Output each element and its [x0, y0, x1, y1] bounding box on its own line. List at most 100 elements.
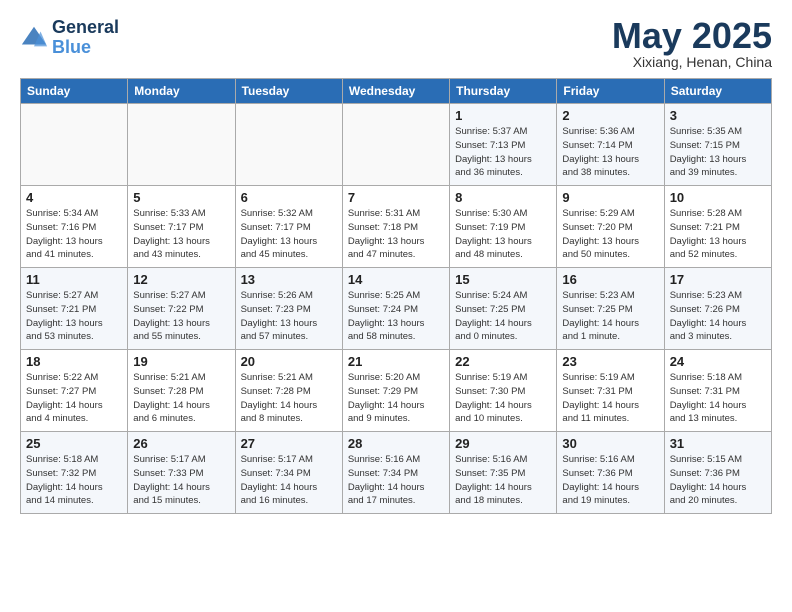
day-info: Sunrise: 5:26 AM Sunset: 7:23 PM Dayligh…: [241, 289, 337, 344]
day-number: 4: [26, 190, 122, 205]
day-number: 28: [348, 436, 444, 451]
weekday-header-saturday: Saturday: [664, 79, 771, 104]
calendar-week-4: 18 Sunrise: 5:22 AM Sunset: 7:27 PM Dayli…: [21, 350, 772, 432]
day-number: 31: [670, 436, 766, 451]
calendar-cell: [21, 104, 128, 186]
page: General Blue May 2025 Xixiang, Henan, Ch…: [0, 0, 792, 612]
day-number: 7: [348, 190, 444, 205]
weekday-header-tuesday: Tuesday: [235, 79, 342, 104]
day-info: Sunrise: 5:34 AM Sunset: 7:16 PM Dayligh…: [26, 207, 122, 262]
day-number: 16: [562, 272, 658, 287]
calendar-cell: 11Sunrise: 5:27 AM Sunset: 7:21 PM Dayli…: [21, 268, 128, 350]
logo-icon: [20, 24, 48, 52]
weekday-header-thursday: Thursday: [450, 79, 557, 104]
day-number: 3: [670, 108, 766, 123]
calendar-week-3: 11Sunrise: 5:27 AM Sunset: 7:21 PM Dayli…: [21, 268, 772, 350]
day-number: 23: [562, 354, 658, 369]
calendar-cell: 16Sunrise: 5:23 AM Sunset: 7:25 PM Dayli…: [557, 268, 664, 350]
logo: General Blue: [20, 18, 119, 58]
calendar-cell: 8 Sunrise: 5:30 AM Sunset: 7:19 PM Daylig…: [450, 186, 557, 268]
calendar-cell: 23Sunrise: 5:19 AM Sunset: 7:31 PM Dayli…: [557, 350, 664, 432]
weekday-header-wednesday: Wednesday: [342, 79, 449, 104]
calendar-cell: [235, 104, 342, 186]
logo-line1: General: [52, 18, 119, 38]
day-info: Sunrise: 5:27 AM Sunset: 7:22 PM Dayligh…: [133, 289, 229, 344]
day-number: 26: [133, 436, 229, 451]
day-info: Sunrise: 5:21 AM Sunset: 7:28 PM Dayligh…: [241, 371, 337, 426]
day-number: 18: [26, 354, 122, 369]
day-info: Sunrise: 5:33 AM Sunset: 7:17 PM Dayligh…: [133, 207, 229, 262]
day-number: 13: [241, 272, 337, 287]
day-info: Sunrise: 5:15 AM Sunset: 7:36 PM Dayligh…: [670, 453, 766, 508]
day-number: 8: [455, 190, 551, 205]
day-info: Sunrise: 5:23 AM Sunset: 7:26 PM Dayligh…: [670, 289, 766, 344]
logo-text: General Blue: [52, 18, 119, 58]
calendar-cell: 20Sunrise: 5:21 AM Sunset: 7:28 PM Dayli…: [235, 350, 342, 432]
day-info: Sunrise: 5:19 AM Sunset: 7:30 PM Dayligh…: [455, 371, 551, 426]
calendar-cell: 29 Sunrise: 5:16 AM Sunset: 7:35 PM Dayli…: [450, 432, 557, 514]
calendar-cell: 7Sunrise: 5:31 AM Sunset: 7:18 PM Daylig…: [342, 186, 449, 268]
calendar-cell: 1 Sunrise: 5:37 AM Sunset: 7:13 PM Daylig…: [450, 104, 557, 186]
day-info: Sunrise: 5:20 AM Sunset: 7:29 PM Dayligh…: [348, 371, 444, 426]
calendar-cell: 31 Sunrise: 5:15 AM Sunset: 7:36 PM Dayli…: [664, 432, 771, 514]
day-info: Sunrise: 5:16 AM Sunset: 7:35 PM Dayligh…: [455, 453, 551, 508]
day-number: 30: [562, 436, 658, 451]
day-info: Sunrise: 5:36 AM Sunset: 7:14 PM Dayligh…: [562, 125, 658, 180]
day-number: 11: [26, 272, 122, 287]
calendar-cell: 24Sunrise: 5:18 AM Sunset: 7:31 PM Dayli…: [664, 350, 771, 432]
calendar-cell: 15 Sunrise: 5:24 AM Sunset: 7:25 PM Dayli…: [450, 268, 557, 350]
logo-line2: Blue: [52, 37, 91, 57]
calendar-cell: 3 Sunrise: 5:35 AM Sunset: 7:15 PM Daylig…: [664, 104, 771, 186]
weekday-header-sunday: Sunday: [21, 79, 128, 104]
calendar-cell: 4 Sunrise: 5:34 AM Sunset: 7:16 PM Daylig…: [21, 186, 128, 268]
day-number: 1: [455, 108, 551, 123]
day-number: 15: [455, 272, 551, 287]
weekday-header-monday: Monday: [128, 79, 235, 104]
day-number: 14: [348, 272, 444, 287]
calendar-cell: 10Sunrise: 5:28 AM Sunset: 7:21 PM Dayli…: [664, 186, 771, 268]
day-number: 2: [562, 108, 658, 123]
day-number: 17: [670, 272, 766, 287]
day-number: 5: [133, 190, 229, 205]
day-info: Sunrise: 5:30 AM Sunset: 7:19 PM Dayligh…: [455, 207, 551, 262]
day-info: Sunrise: 5:18 AM Sunset: 7:32 PM Dayligh…: [26, 453, 122, 508]
calendar-cell: 27 Sunrise: 5:17 AM Sunset: 7:34 PM Dayli…: [235, 432, 342, 514]
weekday-header-friday: Friday: [557, 79, 664, 104]
day-info: Sunrise: 5:22 AM Sunset: 7:27 PM Dayligh…: [26, 371, 122, 426]
day-info: Sunrise: 5:29 AM Sunset: 7:20 PM Dayligh…: [562, 207, 658, 262]
day-number: 12: [133, 272, 229, 287]
calendar-cell: 19Sunrise: 5:21 AM Sunset: 7:28 PM Dayli…: [128, 350, 235, 432]
day-info: Sunrise: 5:21 AM Sunset: 7:28 PM Dayligh…: [133, 371, 229, 426]
header: General Blue May 2025 Xixiang, Henan, Ch…: [20, 18, 772, 70]
calendar-cell: 5 Sunrise: 5:33 AM Sunset: 7:17 PM Daylig…: [128, 186, 235, 268]
day-info: Sunrise: 5:16 AM Sunset: 7:36 PM Dayligh…: [562, 453, 658, 508]
day-number: 29: [455, 436, 551, 451]
day-info: Sunrise: 5:37 AM Sunset: 7:13 PM Dayligh…: [455, 125, 551, 180]
calendar-cell: 2 Sunrise: 5:36 AM Sunset: 7:14 PM Daylig…: [557, 104, 664, 186]
day-number: 25: [26, 436, 122, 451]
weekday-header-row: SundayMondayTuesdayWednesdayThursdayFrid…: [21, 79, 772, 104]
calendar-table: SundayMondayTuesdayWednesdayThursdayFrid…: [20, 78, 772, 514]
calendar-cell: 28Sunrise: 5:16 AM Sunset: 7:34 PM Dayli…: [342, 432, 449, 514]
calendar-cell: 30 Sunrise: 5:16 AM Sunset: 7:36 PM Dayli…: [557, 432, 664, 514]
calendar-cell: 17 Sunrise: 5:23 AM Sunset: 7:26 PM Dayli…: [664, 268, 771, 350]
day-info: Sunrise: 5:32 AM Sunset: 7:17 PM Dayligh…: [241, 207, 337, 262]
day-number: 27: [241, 436, 337, 451]
month-title: May 2025: [612, 18, 772, 54]
calendar-week-5: 25 Sunrise: 5:18 AM Sunset: 7:32 PM Dayli…: [21, 432, 772, 514]
calendar-cell: 12 Sunrise: 5:27 AM Sunset: 7:22 PM Dayli…: [128, 268, 235, 350]
calendar-cell: 13 Sunrise: 5:26 AM Sunset: 7:23 PM Dayli…: [235, 268, 342, 350]
calendar-cell: 25 Sunrise: 5:18 AM Sunset: 7:32 PM Dayli…: [21, 432, 128, 514]
calendar-cell: 6Sunrise: 5:32 AM Sunset: 7:17 PM Daylig…: [235, 186, 342, 268]
day-info: Sunrise: 5:17 AM Sunset: 7:34 PM Dayligh…: [241, 453, 337, 508]
calendar-cell: 9Sunrise: 5:29 AM Sunset: 7:20 PM Daylig…: [557, 186, 664, 268]
day-info: Sunrise: 5:25 AM Sunset: 7:24 PM Dayligh…: [348, 289, 444, 344]
day-info: Sunrise: 5:17 AM Sunset: 7:33 PM Dayligh…: [133, 453, 229, 508]
day-info: Sunrise: 5:35 AM Sunset: 7:15 PM Dayligh…: [670, 125, 766, 180]
calendar-cell: 26 Sunrise: 5:17 AM Sunset: 7:33 PM Dayli…: [128, 432, 235, 514]
calendar-cell: [342, 104, 449, 186]
day-number: 21: [348, 354, 444, 369]
title-block: May 2025 Xixiang, Henan, China: [612, 18, 772, 70]
calendar-cell: [128, 104, 235, 186]
day-info: Sunrise: 5:24 AM Sunset: 7:25 PM Dayligh…: [455, 289, 551, 344]
